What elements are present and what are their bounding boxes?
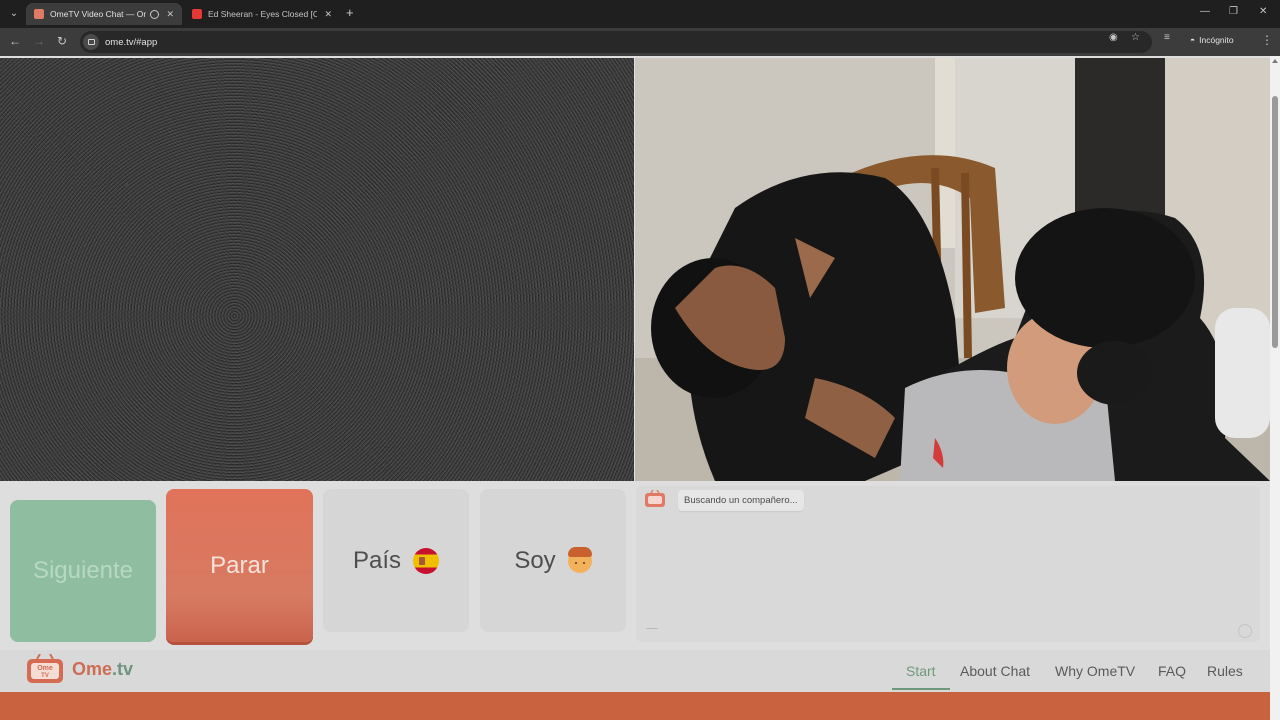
scrollbar-thumb[interactable] [1272, 96, 1278, 348]
next-button-label: Siguiente [32, 557, 134, 584]
nav-about-chat[interactable]: About Chat [960, 663, 1030, 679]
tab-strip: ⌄ OmeTV Video Chat — Ome ✕ Ed Sheeran - … [0, 0, 1280, 28]
back-arrow-icon[interactable]: ← [9, 34, 21, 48]
ometv-page: Siguiente Parar País Soy Buscando un com… [0, 56, 1270, 720]
camera-feed-image [635, 58, 1270, 481]
promo-banner [0, 692, 1270, 720]
reload-icon[interactable]: ↻ [57, 34, 67, 48]
chat-input[interactable] [646, 628, 658, 629]
stop-button[interactable]: Parar [166, 489, 313, 642]
close-window-icon[interactable]: ✕ [1259, 6, 1267, 17]
forward-arrow-icon[interactable]: → [33, 34, 45, 48]
site-info-icon[interactable] [83, 34, 99, 50]
brand-name: Ome.tv [72, 659, 133, 680]
brand-suffix: .tv [112, 658, 134, 679]
active-nav-underline [892, 688, 950, 690]
close-tab-icon[interactable]: ✕ [166, 9, 174, 20]
footer-nav: Ome TV Ome.tv Start About Chat Why OmeTV… [0, 650, 1270, 692]
tab-search-chevron-icon[interactable]: ⌄ [6, 6, 22, 22]
chat-panel: Buscando un compañero... [636, 486, 1260, 642]
browser-toolbar: ← → ↻ ome.tv/#app ◉ ☆ ≡ ◓ Incógnito ⋮ [0, 28, 1280, 56]
address-bar[interactable]: ome.tv/#app [80, 31, 1152, 53]
page-scrollbar[interactable] [1270, 56, 1280, 720]
nav-why-ometv[interactable]: Why OmeTV [1055, 663, 1135, 679]
brand-prefix: Ome [72, 658, 113, 679]
nav-faq[interactable]: FAQ [1158, 663, 1186, 679]
own-camera-video [635, 58, 1270, 481]
gender-button[interactable]: Soy [480, 489, 626, 632]
tab-ometv[interactable]: OmeTV Video Chat — Ome ✕ [26, 3, 182, 25]
bookmark-star-icon[interactable]: ☆ [1131, 32, 1140, 43]
new-tab-button[interactable]: + [346, 5, 354, 20]
nav-rules[interactable]: Rules [1207, 663, 1243, 679]
partner-video-static [0, 58, 634, 481]
country-button-label: País [352, 546, 402, 574]
stop-button-label: Parar [210, 551, 269, 579]
browser-menu-icon[interactable]: ⋮ [1261, 33, 1273, 47]
incognito-icon: ◓ [1190, 35, 1196, 45]
emoji-icon[interactable] [1238, 624, 1252, 638]
country-button[interactable]: País [323, 489, 469, 632]
incognito-label: Incógnito [1199, 35, 1234, 45]
url-text[interactable]: ome.tv/#app [105, 37, 157, 48]
brand[interactable]: Ome TV Ome.tv [26, 654, 133, 684]
next-button[interactable]: Siguiente [10, 500, 156, 642]
ometv-brand-logo-icon: Ome TV [27, 654, 63, 683]
tab-title: OmeTV Video Chat — Ome [50, 9, 147, 19]
media-controls-icon[interactable]: ≡ [1164, 32, 1170, 43]
incognito-badge[interactable]: ◓ Incógnito [1190, 35, 1234, 45]
ometv-logo-icon [645, 490, 665, 507]
audio-indicator-icon[interactable] [150, 9, 160, 19]
tab-title: Ed Sheeran - Eyes Closed [Offic [208, 9, 318, 19]
tracking-protection-eye-icon[interactable]: ◉ [1109, 32, 1118, 43]
scroll-up-arrow-icon[interactable] [1272, 59, 1278, 63]
gender-button-label: Soy [514, 546, 556, 574]
chat-status-message: Buscando un compañero... [678, 490, 804, 511]
logo-bottom-text: TV [41, 673, 49, 679]
close-tab-icon[interactable]: ✕ [324, 9, 332, 20]
restore-icon[interactable]: ❐ [1229, 6, 1238, 17]
logo-top-text: Ome [37, 665, 53, 672]
spain-flag-icon [413, 547, 440, 574]
nav-start[interactable]: Start [906, 663, 936, 679]
boy-face-icon [567, 546, 592, 573]
tab-youtube[interactable]: Ed Sheeran - Eyes Closed [Offic ✕ [184, 3, 340, 25]
youtube-favicon-icon [192, 9, 202, 19]
ometv-favicon-icon [34, 9, 44, 19]
minimize-icon[interactable]: — [1200, 6, 1210, 17]
